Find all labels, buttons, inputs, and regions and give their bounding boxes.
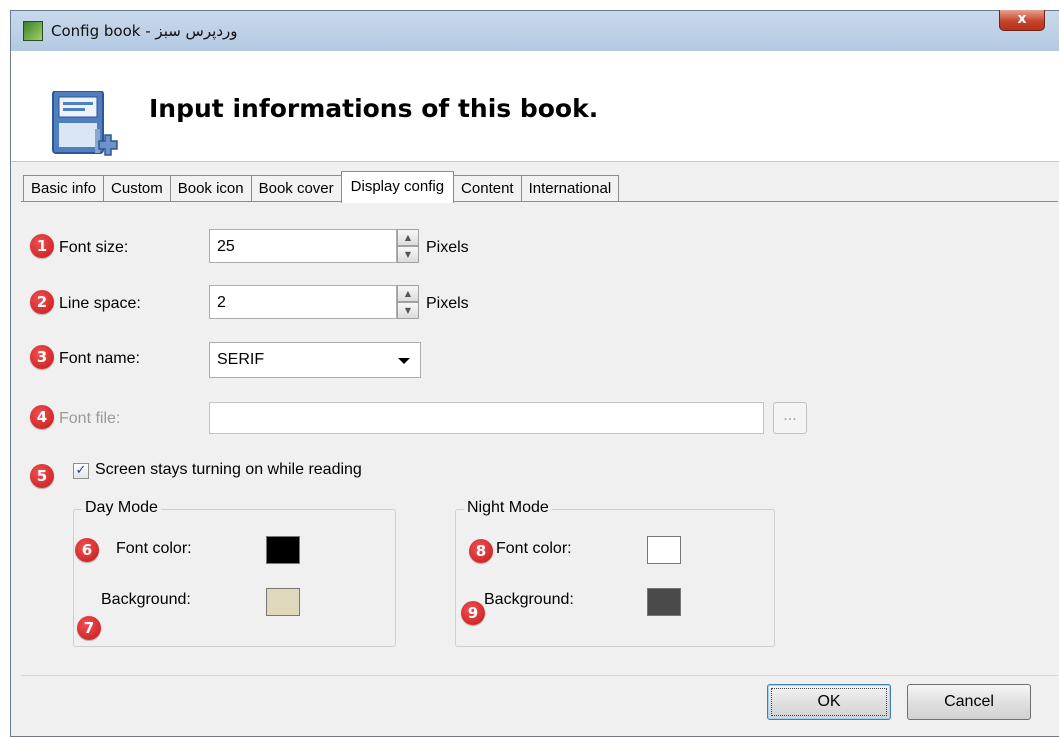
night-mode-title: Night Mode	[464, 499, 552, 517]
font-size-label: Font size:	[59, 239, 129, 256]
day-mode-group	[73, 509, 396, 647]
book-settings-icon	[52, 91, 118, 156]
step-badge-8: 8	[469, 539, 493, 563]
font-name-label: Font name:	[59, 350, 140, 367]
tab-display-config[interactable]: Display config	[340, 171, 455, 203]
day-background-swatch[interactable]	[266, 588, 300, 616]
step-badge-6: 6	[75, 538, 99, 562]
line-space-label: Line space:	[59, 295, 141, 312]
tab-book-icon[interactable]: Book icon	[169, 175, 252, 202]
step-badge-7: 7	[77, 616, 101, 640]
window-title: Config book - وردپرس سبز	[51, 22, 238, 40]
spin-down-icon[interactable]: ▼	[397, 302, 419, 319]
tab-strip: Basic info Custom Book icon Book cover D…	[23, 171, 620, 203]
tab-custom[interactable]: Custom	[103, 175, 171, 202]
cancel-button-label: Cancel	[944, 693, 994, 710]
step-badge-1: 1	[30, 234, 54, 258]
night-font-color-swatch[interactable]	[647, 536, 681, 564]
font-size-spinner[interactable]: ▲ ▼	[397, 229, 419, 263]
night-background-label: Background:	[484, 591, 574, 608]
step-badge-2: 2	[30, 290, 54, 314]
focus-rect	[771, 688, 887, 716]
config-book-window: Config book - وردپرس سبز x Input informa…	[10, 10, 1059, 737]
font-size-unit: Pixels	[426, 239, 469, 256]
tab-content[interactable]: Content	[453, 175, 522, 202]
day-background-label: Background:	[101, 591, 191, 608]
day-font-color-swatch[interactable]	[266, 536, 300, 564]
tab-basic-info[interactable]: Basic info	[23, 175, 105, 202]
night-background-swatch[interactable]	[647, 588, 681, 616]
header-banner: Input informations of this book.	[11, 51, 1059, 162]
step-badge-9: 9	[461, 601, 485, 625]
cancel-button[interactable]: Cancel	[907, 684, 1031, 720]
font-name-select[interactable]: SERIF	[209, 342, 421, 378]
font-file-label: Font file:	[59, 410, 121, 427]
title-bar[interactable]: Config book - وردپرس سبز x	[11, 10, 1059, 51]
ok-button[interactable]: OK	[767, 684, 891, 720]
spin-up-icon[interactable]: ▲	[397, 285, 419, 302]
close-icon: x	[1017, 11, 1027, 27]
step-badge-5: 5	[30, 464, 54, 488]
night-font-color-label: Font color:	[496, 540, 572, 557]
step-badge-3: 3	[30, 345, 54, 369]
tab-book-cover[interactable]: Book cover	[250, 175, 342, 202]
night-mode-group	[455, 509, 775, 647]
font-name-value: SERIF	[217, 351, 265, 368]
app-icon	[23, 21, 43, 41]
header-title: Input informations of this book.	[149, 94, 599, 123]
screen-on-label: Screen stays turning on while reading	[95, 461, 362, 478]
display-config-panel: 1 Font size: 25 ▲ ▼ Pixels 2 Line space:…	[21, 201, 1058, 664]
line-space-unit: Pixels	[426, 295, 469, 312]
line-space-input[interactable]: 2	[209, 285, 397, 319]
spin-down-icon[interactable]: ▼	[397, 246, 419, 263]
font-size-input[interactable]: 25	[209, 229, 397, 263]
chevron-down-icon	[398, 358, 410, 364]
day-mode-title: Day Mode	[82, 499, 161, 517]
browse-button[interactable]: ...	[773, 402, 807, 434]
close-button[interactable]: x	[999, 10, 1045, 31]
screen-on-checkbox[interactable]: ✓	[73, 463, 89, 479]
step-badge-4: 4	[30, 405, 54, 429]
day-font-color-label: Font color:	[116, 540, 192, 557]
line-space-spinner[interactable]: ▲ ▼	[397, 285, 419, 319]
footer-divider	[21, 675, 1058, 676]
spin-up-icon[interactable]: ▲	[397, 229, 419, 246]
font-file-input[interactable]	[209, 402, 764, 434]
tab-international[interactable]: International	[520, 175, 620, 202]
